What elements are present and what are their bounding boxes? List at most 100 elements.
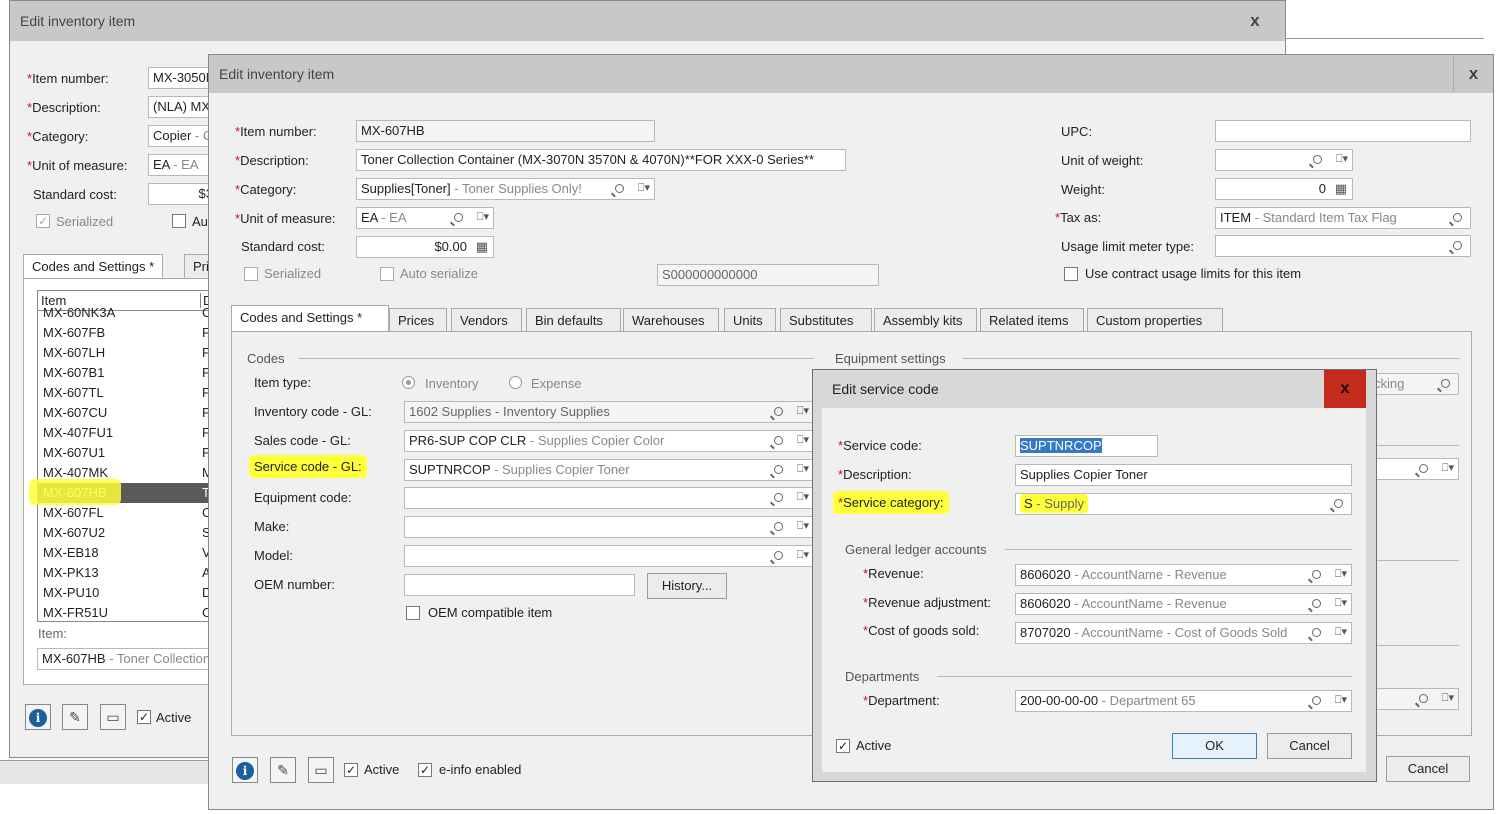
cogs-field[interactable]: 8707020 - AccountName - Cost of Goods So… bbox=[1015, 622, 1352, 644]
list-item[interactable]: MX-607FL C bbox=[38, 503, 211, 523]
dropdown-menu-icon[interactable]: ⎕▾ bbox=[1335, 625, 1347, 639]
usage-limit-field[interactable] bbox=[1215, 235, 1471, 257]
tab-units[interactable]: Units bbox=[724, 308, 776, 332]
attach-button[interactable]: ✎ bbox=[270, 757, 296, 783]
revenue-field[interactable]: 8606020 - AccountName - Revenue ⎕▾ bbox=[1015, 564, 1352, 586]
tab-assembly-kits[interactable]: Assembly kits bbox=[874, 308, 977, 332]
service-category-field[interactable]: S - Supply bbox=[1015, 493, 1352, 515]
list-item[interactable]: MX-PK13 A bbox=[38, 563, 211, 583]
ok-button[interactable]: OK bbox=[1172, 733, 1257, 759]
search-icon[interactable] bbox=[1453, 241, 1462, 250]
dropdown-menu-icon[interactable]: ⎕▾ bbox=[797, 462, 809, 476]
tab-codes-settings[interactable]: Codes and Settings * bbox=[231, 305, 389, 332]
search-icon[interactable] bbox=[1312, 570, 1321, 579]
back-serialized-checkbox[interactable]: ✓ bbox=[36, 214, 50, 228]
list-item[interactable]: MX-607FB F bbox=[38, 323, 210, 343]
make-field[interactable]: ⎕▾ bbox=[404, 516, 814, 538]
department-field[interactable]: 200-00-00-00 - Department 65 ⎕▾ bbox=[1015, 690, 1352, 712]
search-icon[interactable] bbox=[1312, 628, 1321, 637]
back-window-close-button[interactable]: x bbox=[1235, 4, 1275, 38]
use-contract-checkbox[interactable] bbox=[1064, 267, 1078, 281]
service-code-field[interactable]: SUPTNRCOP bbox=[1015, 435, 1158, 457]
tab-prices[interactable]: Prices bbox=[389, 308, 447, 332]
list-item[interactable]: MX-607U2 S bbox=[38, 523, 211, 543]
back-item-list[interactable]: Item D MX-60NK3ACMX-607FBFMX-607LHPMX-60… bbox=[37, 290, 222, 622]
dialog-cancel-button[interactable]: Cancel bbox=[1267, 733, 1352, 759]
auto-serialize-checkbox[interactable] bbox=[380, 267, 394, 281]
search-icon[interactable] bbox=[1313, 155, 1322, 164]
search-icon[interactable] bbox=[1419, 694, 1428, 703]
search-icon[interactable] bbox=[774, 551, 783, 560]
search-icon[interactable] bbox=[774, 522, 783, 531]
dialog-close-button[interactable]: x bbox=[1324, 370, 1366, 408]
info-button[interactable]: i bbox=[232, 757, 258, 783]
sales-gl-field[interactable]: PR6-SUP COP CLR - Supplies Copier Color … bbox=[404, 430, 814, 452]
back-info-button[interactable]: i bbox=[25, 704, 51, 730]
tab-custom-properties[interactable]: Custom properties bbox=[1087, 308, 1223, 332]
equipment-code-field[interactable]: ⎕▾ bbox=[404, 487, 814, 509]
calculator-icon[interactable]: ▦ bbox=[476, 239, 488, 255]
search-icon[interactable] bbox=[774, 493, 783, 502]
equipment-tracking-field[interactable]: cking bbox=[1369, 373, 1459, 395]
category-field[interactable]: Supplies[Toner] - Toner Supplies Only! ⎕… bbox=[356, 178, 655, 200]
weight-field[interactable]: 0 ▦ bbox=[1215, 178, 1353, 200]
unit-field[interactable]: EA - EA ⎕▾ bbox=[356, 207, 494, 229]
search-icon[interactable] bbox=[774, 465, 783, 474]
notes-button[interactable]: ▭ bbox=[308, 757, 334, 783]
dropdown-menu-icon[interactable]: ⎕▾ bbox=[1442, 461, 1454, 475]
dropdown-menu-icon[interactable]: ⎕▾ bbox=[797, 404, 809, 418]
expense-radio[interactable] bbox=[509, 376, 522, 389]
list-item[interactable]: MX-407FU1 F bbox=[38, 423, 210, 443]
dropdown-menu-icon[interactable]: ⎕▾ bbox=[1335, 567, 1347, 581]
list-item[interactable]: MX-607CU P bbox=[38, 403, 211, 423]
main-cancel-button[interactable]: Cancel bbox=[1386, 756, 1470, 782]
list-item[interactable]: MX-60NK3A C bbox=[38, 303, 211, 323]
einfo-checkbox[interactable]: ✓ bbox=[418, 763, 432, 777]
inventory-gl-field[interactable]: 1602 Supplies - Inventory Supplies ⎕▾ bbox=[404, 401, 814, 423]
search-icon[interactable] bbox=[1453, 213, 1462, 222]
active-checkbox[interactable]: ✓ bbox=[344, 763, 358, 777]
search-icon[interactable] bbox=[1441, 379, 1450, 388]
std-cost-field[interactable]: $0.00 ▦ bbox=[356, 236, 494, 258]
dropdown-menu-icon[interactable]: ⎕▾ bbox=[1335, 596, 1347, 610]
list-item[interactable]: MX-607B1 P bbox=[38, 363, 211, 383]
list-item[interactable]: MX-FR51U C bbox=[38, 603, 211, 621]
calculator-icon[interactable]: ▦ bbox=[1335, 181, 1347, 197]
tab-substitutes[interactable]: Substitutes bbox=[780, 308, 872, 332]
search-icon[interactable] bbox=[615, 184, 624, 193]
tax-as-field[interactable]: ITEM - Standard Item Tax Flag bbox=[1215, 207, 1471, 229]
serial-number-field[interactable]: S000000000000 bbox=[657, 264, 879, 286]
search-icon[interactable] bbox=[454, 213, 463, 222]
oem-compatible-checkbox[interactable] bbox=[406, 606, 420, 620]
equipment-partial-field-2[interactable]: ⎕▾ bbox=[1369, 688, 1459, 710]
dropdown-menu-icon[interactable]: ⎕▾ bbox=[1442, 691, 1454, 705]
history-button[interactable]: History... bbox=[647, 573, 727, 599]
back-notes-button[interactable]: ▭ bbox=[100, 704, 126, 730]
dropdown-menu-icon[interactable]: ⎕▾ bbox=[477, 210, 489, 224]
list-item[interactable]: MX-607TL P bbox=[38, 383, 211, 403]
search-icon[interactable] bbox=[1334, 499, 1343, 508]
back-active-checkbox[interactable]: ✓ bbox=[137, 710, 151, 724]
search-icon[interactable] bbox=[1312, 599, 1321, 608]
search-icon[interactable] bbox=[774, 436, 783, 445]
dropdown-menu-icon[interactable]: ⎕▾ bbox=[797, 433, 809, 447]
tab-bin-defaults[interactable]: Bin defaults bbox=[526, 308, 621, 332]
dialog-description-field[interactable]: Supplies Copier Toner bbox=[1015, 464, 1352, 486]
back-auto-checkbox[interactable] bbox=[172, 214, 186, 228]
description-field[interactable]: Toner Collection Container (MX-3070N 357… bbox=[356, 149, 846, 171]
list-item[interactable]: MX-607LH P bbox=[38, 343, 211, 363]
tab-vendors[interactable]: Vendors bbox=[451, 308, 522, 332]
revenue-adjustment-field[interactable]: 8606020 - AccountName - Revenue ⎕▾ bbox=[1015, 593, 1352, 615]
oem-number-field[interactable] bbox=[404, 574, 635, 596]
dropdown-menu-icon[interactable]: ⎕▾ bbox=[797, 519, 809, 533]
tab-related-items[interactable]: Related items bbox=[980, 308, 1084, 332]
list-item[interactable]: MX-607U1 P bbox=[38, 443, 211, 463]
inventory-radio[interactable] bbox=[402, 376, 415, 389]
upc-field[interactable] bbox=[1215, 120, 1471, 142]
back-attach-button[interactable]: ✎ bbox=[62, 704, 88, 730]
list-item[interactable]: MX-EB18 V bbox=[38, 543, 211, 563]
unit-weight-field[interactable]: ⎕▾ bbox=[1215, 149, 1353, 171]
search-icon[interactable] bbox=[774, 407, 783, 416]
dropdown-menu-icon[interactable]: ⎕▾ bbox=[797, 548, 809, 562]
tab-warehouses[interactable]: Warehouses bbox=[623, 308, 719, 332]
